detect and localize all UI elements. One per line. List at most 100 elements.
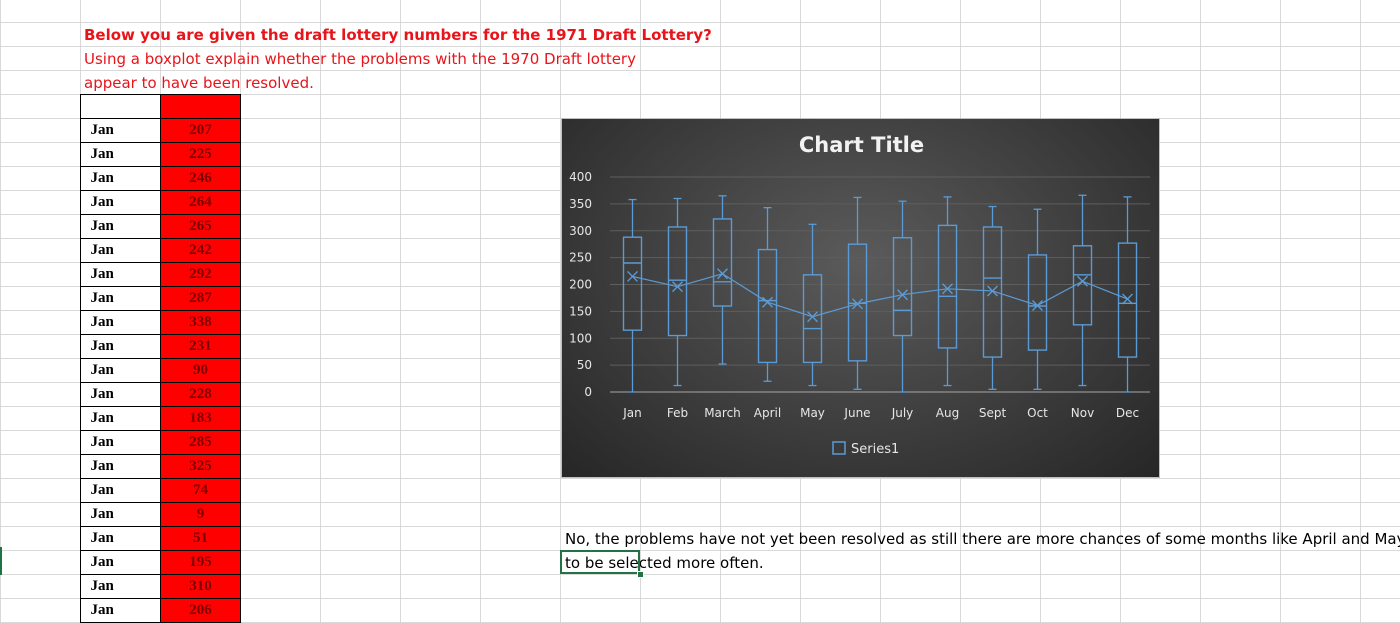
month-cell[interactable]: Jan	[80, 550, 161, 575]
month-label: Jan	[90, 554, 114, 570]
table-row: Jan 310	[80, 574, 241, 599]
month-cell[interactable]: Jan	[80, 190, 161, 215]
month-label: Jan	[90, 458, 114, 474]
x-tick-label: Feb	[667, 406, 688, 420]
value-cell[interactable]: 74	[160, 478, 241, 503]
value-cell[interactable]: 207	[160, 118, 241, 143]
answer-line-1: No, the problems have not yet been resol…	[565, 530, 1400, 548]
month-cell[interactable]: Jan	[80, 166, 161, 191]
table-row: Jan 51	[80, 526, 241, 551]
table-cell[interactable]	[160, 94, 241, 119]
box	[622, 236, 643, 331]
month-label: Jan	[90, 506, 114, 522]
value-cell[interactable]: 287	[160, 286, 241, 311]
y-tick-label: 200	[569, 278, 592, 292]
month-cell[interactable]: Jan	[80, 526, 161, 551]
month-cell[interactable]: Jan	[80, 382, 161, 407]
table-row: Jan 9	[80, 502, 241, 527]
selected-cell[interactable]	[560, 550, 640, 574]
month-cell[interactable]: Jan	[80, 310, 161, 335]
table-row: Jan 225	[80, 142, 241, 167]
month-cell[interactable]: Jan	[80, 214, 161, 239]
lottery-table: Jan 207 Jan 225 Jan 246 Jan 264 Jan 265 Jan 242 Jan 2…	[80, 94, 241, 623]
month-cell[interactable]: Jan	[80, 574, 161, 599]
month-label: Jan	[90, 194, 114, 210]
mean-line	[632, 273, 1128, 318]
month-cell[interactable]: Jan	[80, 118, 161, 143]
month-cell[interactable]: Jan	[80, 478, 161, 503]
month-cell[interactable]: Jan	[80, 286, 161, 311]
month-label: Jan	[90, 146, 114, 162]
month-label: Jan	[90, 122, 114, 138]
box	[802, 274, 823, 364]
y-tick-label: 250	[569, 251, 592, 265]
x-tick-label: May	[800, 406, 825, 420]
question-line-3: appear to have been resolved.	[84, 74, 314, 92]
row-selection-marker	[0, 547, 2, 575]
month-label: Jan	[90, 530, 114, 546]
month-label: Jan	[90, 434, 114, 450]
month-cell[interactable]: Jan	[80, 334, 161, 359]
month-label: Jan	[90, 242, 114, 258]
y-tick-label: 50	[577, 358, 592, 372]
value-cell[interactable]: 325	[160, 454, 241, 479]
value-cell[interactable]: 338	[160, 310, 241, 335]
value-cell[interactable]: 225	[160, 142, 241, 167]
table-header-row	[80, 94, 241, 119]
month-cell[interactable]: Jan	[80, 454, 161, 479]
table-row: Jan 206	[80, 598, 241, 623]
x-tick-label: Jan	[622, 406, 642, 420]
table-row: Jan 287	[80, 286, 241, 311]
value-cell[interactable]: 265	[160, 214, 241, 239]
value-cell[interactable]: 51	[160, 526, 241, 551]
month-cell[interactable]: Jan	[80, 238, 161, 263]
value-cell[interactable]: 228	[160, 382, 241, 407]
month-cell[interactable]: Jan	[80, 406, 161, 431]
month-cell[interactable]: Jan	[80, 262, 161, 287]
question-line-1: Below you are given the draft lottery nu…	[84, 26, 712, 44]
month-cell[interactable]: Jan	[80, 430, 161, 455]
value-cell[interactable]: 183	[160, 406, 241, 431]
value-cell[interactable]: 310	[160, 574, 241, 599]
value-cell[interactable]: 285	[160, 430, 241, 455]
y-tick-label: 100	[569, 331, 592, 345]
value-cell[interactable]: 246	[160, 166, 241, 191]
month-cell[interactable]: Jan	[80, 142, 161, 167]
table-row: Jan 264	[80, 190, 241, 215]
table-row: Jan 74	[80, 478, 241, 503]
month-label: Jan	[90, 578, 114, 594]
month-cell[interactable]: Jan	[80, 358, 161, 383]
box	[937, 224, 958, 349]
box	[712, 218, 733, 307]
month-label: Jan	[90, 386, 114, 402]
y-tick-label: 0	[584, 385, 592, 399]
box	[667, 226, 688, 337]
x-tick-label: Nov	[1071, 406, 1094, 420]
x-tick-label: June	[843, 406, 870, 420]
table-row: Jan 325	[80, 454, 241, 479]
legend-label: Series1	[851, 442, 899, 457]
month-cell[interactable]: Jan	[80, 598, 161, 623]
table-cell[interactable]	[80, 94, 161, 119]
month-label: Jan	[90, 218, 114, 234]
value-cell[interactable]: 264	[160, 190, 241, 215]
month-label: Jan	[90, 170, 114, 186]
mean-marker	[672, 281, 683, 293]
table-row: Jan 285	[80, 430, 241, 455]
fill-handle[interactable]	[637, 571, 644, 578]
month-cell[interactable]: Jan	[80, 502, 161, 527]
value-cell[interactable]: 195	[160, 550, 241, 575]
table-row: Jan 207	[80, 118, 241, 143]
value-cell[interactable]: 292	[160, 262, 241, 287]
box	[1117, 242, 1138, 358]
month-label: Jan	[90, 410, 114, 426]
boxplot-chart[interactable]: Chart Title 0 50 100 150 200 250 300 350 400 Jan Fe…	[561, 118, 1160, 478]
value-cell[interactable]: 9	[160, 502, 241, 527]
value-cell[interactable]: 231	[160, 334, 241, 359]
value-cell[interactable]: 206	[160, 598, 241, 623]
x-tick-label: Aug	[936, 406, 959, 420]
value-cell[interactable]: 90	[160, 358, 241, 383]
legend-swatch	[832, 441, 846, 455]
month-label: Jan	[90, 314, 114, 330]
value-cell[interactable]: 242	[160, 238, 241, 263]
